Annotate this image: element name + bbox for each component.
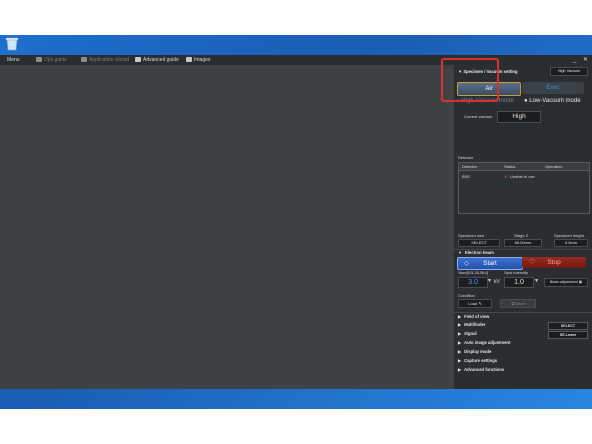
error-x-icon: ✕: [504, 174, 508, 179]
detector-name: BSE: [462, 174, 471, 179]
application-wizard-button[interactable]: Application wizard: [81, 57, 129, 63]
low-vacuum-radio[interactable]: ● Low-Vacuum mode: [524, 98, 581, 104]
window-controls: _ ✕: [573, 56, 588, 63]
vacuum-mode-select[interactable]: High Vacuum: [550, 67, 588, 76]
menu-button[interactable]: Menu: [7, 57, 20, 63]
start-icon: ◇: [464, 260, 469, 267]
multifinder-select[interactable]: SELECT: [548, 322, 588, 330]
adjust-icon: ▣: [578, 280, 583, 284]
ops-guide-icon: [36, 57, 42, 63]
minimize-button[interactable]: _: [573, 57, 576, 63]
specimen-height-value[interactable]: 0.0mm: [554, 239, 588, 247]
recycle-bin-icon[interactable]: [4, 37, 20, 51]
expand-arrow-icon: ▶: [458, 367, 462, 372]
detector-col-detector: Detector: [462, 164, 478, 169]
load-icon: ✎: [478, 301, 482, 306]
vacc-label: Vacc[0.5-20.0kV]: [458, 270, 489, 275]
detector-table: Detector Status Operation BSE ✕ Unable t…: [458, 162, 590, 214]
spot-dropdown-icon[interactable]: ▼: [534, 278, 539, 284]
desktop: Menu Ops guide Application wizard Advanc…: [0, 35, 592, 409]
expand-arrow-icon: ▶: [458, 314, 462, 319]
wizard-icon: [81, 57, 87, 63]
expand-arrow-icon: ▶: [458, 349, 462, 354]
advanced-functions-section[interactable]: ▶ Advanced functions: [454, 366, 592, 374]
specimen-size-label: Specimen size: [458, 233, 485, 238]
menu-bar: Menu Ops guide Application wizard Advanc…: [0, 55, 592, 65]
save-icon: ⧉: [511, 301, 515, 306]
image-viewer[interactable]: [0, 65, 452, 389]
load-button[interactable]: Load ✎: [458, 299, 492, 308]
detector-col-status: Status: [504, 164, 516, 169]
expand-arrow-icon: ▶: [458, 358, 462, 363]
stage-z-label: Stage Z: [514, 233, 529, 238]
stage-z-value: 65.00mm: [504, 239, 542, 247]
detector-col-operation: Operation: [545, 164, 563, 169]
advanced-guide-icon: [135, 57, 141, 63]
stop-icon: ♡: [529, 259, 535, 266]
capture-settings-section[interactable]: ▶ Capture settings: [454, 357, 592, 365]
detector-table-header: Detector Status Operation: [459, 163, 589, 171]
close-button[interactable]: ✕: [583, 57, 588, 63]
spot-intensity-value[interactable]: 1.0: [504, 277, 534, 288]
display-mode-section[interactable]: ▶ Display mode: [454, 348, 592, 356]
current-vacuum-value: High: [497, 111, 541, 123]
evac-button[interactable]: Evac: [522, 82, 584, 94]
detector-header: Detector: [458, 155, 474, 160]
start-beam-button[interactable]: ◇ Start: [457, 257, 523, 270]
current-vacuum-label: Current vacuum: [464, 114, 493, 119]
signal-section[interactable]: ▶ Signal SE-Lower: [454, 330, 592, 339]
signal-select[interactable]: SE-Lower: [548, 331, 588, 339]
images-button[interactable]: Images: [186, 57, 210, 63]
control-panel: ▼ Specimen / Vacuum setting High Vacuum …: [454, 65, 592, 389]
multifinder-section[interactable]: ▶ Multifinder SELECT: [454, 321, 592, 330]
stop-beam-button[interactable]: ♡ Stop: [522, 257, 586, 268]
field-of-view-section[interactable]: ▶ Field of view: [454, 312, 592, 321]
expand-arrow-icon: ▶: [458, 340, 462, 345]
ops-guide-button[interactable]: Ops guide: [36, 57, 67, 63]
vacc-dropdown-icon[interactable]: ▼: [487, 278, 492, 284]
specimen-height-label: Specimen height: [554, 233, 584, 238]
highlight-annotation-box: [441, 58, 499, 102]
expand-arrow-icon: ▶: [458, 322, 462, 327]
save-button[interactable]: ⧉ Save: [500, 299, 536, 308]
spot-intensity-label: Spot intensity: [504, 270, 529, 275]
images-icon: [186, 57, 192, 63]
vacc-value[interactable]: 3.0: [458, 277, 488, 288]
advanced-guide-button[interactable]: Advanced guide: [135, 57, 179, 63]
specimen-size-select[interactable]: SELECT: [458, 239, 500, 247]
condition-label: Condition: [458, 293, 475, 298]
detector-status: Unable to use: [510, 174, 535, 179]
collapse-arrow-icon: ▼: [458, 250, 462, 255]
beam-adjustment-button[interactable]: Beam adjustment ▣: [544, 278, 588, 287]
sem-application-window: Menu Ops guide Application wizard Advanc…: [0, 55, 592, 389]
auto-image-section[interactable]: ▶ Auto image adjustment: [454, 339, 592, 347]
expand-arrow-icon: ▶: [458, 331, 462, 336]
vacc-unit: kV: [494, 279, 500, 285]
